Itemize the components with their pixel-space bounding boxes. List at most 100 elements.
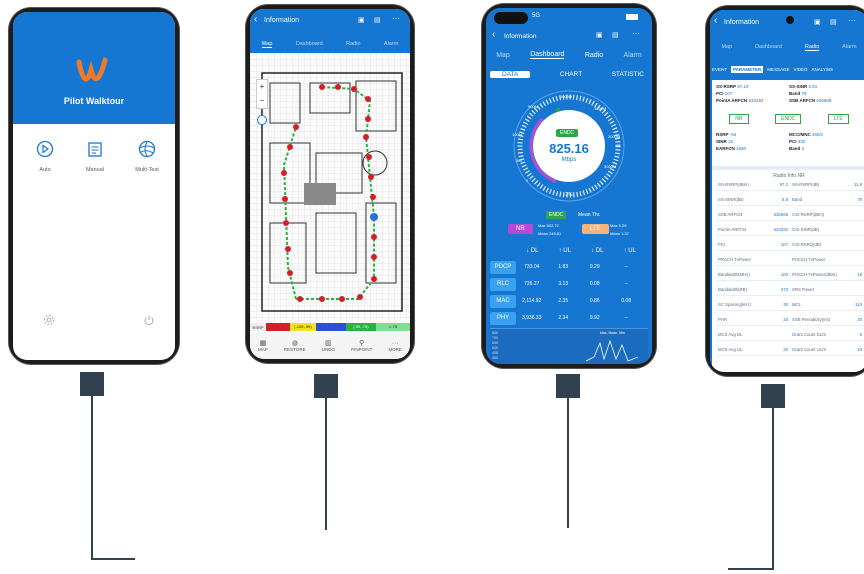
cell-value: 11.8 bbox=[853, 181, 862, 187]
header-title: Information bbox=[264, 17, 300, 24]
toolbar-restore[interactable]: ◍ RESTORE bbox=[284, 339, 306, 352]
tech-badges: NR ENDC LTE bbox=[716, 114, 862, 124]
callout-marker bbox=[80, 372, 104, 396]
table-row: SC Spacing(kHz) 30 MCL 113 bbox=[716, 298, 864, 311]
subtab-data[interactable]: DATA bbox=[490, 71, 531, 78]
tab-bar: Map Dashboard Radio Alarm bbox=[250, 37, 410, 51]
table-row: PHR 33 SSB Periodicity(ms) 20 bbox=[716, 313, 864, 326]
table-row: PRACH TxPower PUCCH TxPower bbox=[716, 253, 864, 266]
subtab-analysis[interactable]: ANALYSIS bbox=[811, 67, 833, 72]
lock-icon[interactable]: ▣ bbox=[358, 16, 365, 24]
layer-value: 2.34 bbox=[558, 315, 569, 321]
tab-radio[interactable]: Radio bbox=[804, 44, 820, 51]
table-row: SSB ARFCN 636668 CSI-RSRP(dBm) bbox=[716, 208, 864, 221]
table-cell: CSI-SINR(dB) bbox=[790, 227, 864, 232]
back-icon[interactable]: ‹ bbox=[492, 29, 495, 40]
more-icon[interactable]: ··· bbox=[392, 14, 400, 23]
lock-icon[interactable]: ▣ bbox=[814, 18, 821, 26]
toolbar-more[interactable]: ··· MORE bbox=[388, 340, 402, 352]
map-screen: ‹ Information ▣ ▤ ··· Map Dashboard Radi… bbox=[250, 9, 410, 359]
param-value: 460/1 bbox=[812, 132, 824, 137]
status-signal: 5G bbox=[532, 13, 541, 19]
front-camera bbox=[494, 12, 528, 24]
tab-radio[interactable]: Radio bbox=[346, 41, 360, 47]
layer-value: 3.13 bbox=[558, 281, 569, 287]
image-icon[interactable]: ▤ bbox=[830, 18, 837, 26]
layer-value: -- bbox=[624, 315, 628, 321]
phone-dashboard: 5G ‹ Information ▣ ▤ ··· Map Dashboard R… bbox=[482, 4, 656, 368]
param-key: EARFCN bbox=[716, 146, 735, 151]
layer-row-phy: PHY 3,936.33 2.34 9.92 -- bbox=[490, 310, 642, 326]
endc-badge: ENDC bbox=[775, 114, 802, 124]
toolbar-pinpoint[interactable]: ⚲ PINPOINT bbox=[351, 339, 372, 352]
cell-key: SSB Periodicity(ms) bbox=[792, 316, 831, 322]
subtab-message[interactable]: MESSAGE bbox=[767, 67, 789, 72]
param-key: PointA ARFCN bbox=[716, 98, 748, 103]
tab-dashboard[interactable]: Dashboard bbox=[530, 51, 565, 59]
radio-header: ‹ Information ▣ ▤ ··· Map Dashboard Radi… bbox=[710, 10, 864, 58]
toolbar-undo[interactable]: ▥ UNDO bbox=[322, 339, 335, 352]
cell-key: SRS Power bbox=[792, 286, 815, 292]
image-icon[interactable]: ▤ bbox=[612, 31, 619, 39]
gauge-scale-label: 1000M bbox=[560, 94, 573, 99]
layer-value: 9.92 bbox=[589, 315, 600, 321]
direction-header: ↓ DL ↑ UL ↓ DL ↑ UL bbox=[516, 246, 646, 256]
tab-map[interactable]: Map bbox=[496, 52, 510, 59]
back-icon[interactable]: ‹ bbox=[714, 15, 717, 26]
locate-icon[interactable] bbox=[257, 115, 267, 125]
back-icon[interactable]: ‹ bbox=[254, 14, 257, 25]
dir-text: UL bbox=[628, 248, 636, 254]
cell-key: SC Spacing(kHz) bbox=[718, 301, 751, 307]
settings-icon[interactable] bbox=[43, 314, 55, 326]
layer-value: 3,936.33 bbox=[522, 315, 542, 321]
tab-map[interactable]: Map bbox=[721, 44, 732, 50]
cell-value: 33 bbox=[783, 316, 788, 322]
cell-key: Grant Count DL/S bbox=[792, 331, 827, 337]
image-icon[interactable]: ▤ bbox=[374, 16, 381, 24]
table-cell: SRS Power bbox=[790, 287, 864, 292]
more-icon[interactable]: ··· bbox=[632, 29, 640, 38]
param-value: 636668 bbox=[816, 98, 832, 103]
subtab-chart[interactable]: CHART bbox=[560, 71, 582, 78]
mode-label: Manual bbox=[85, 167, 105, 173]
cell-key: MCS Avg DL bbox=[718, 331, 743, 337]
table-cell: SS-SINR(dB) 5.8 bbox=[716, 197, 790, 202]
power-icon[interactable] bbox=[143, 314, 155, 326]
zoom-control[interactable]: + − bbox=[256, 79, 268, 109]
phone-map: ‹ Information ▣ ▤ ··· Map Dashboard Radi… bbox=[246, 5, 414, 363]
subtab-statistic[interactable]: STATISTIC bbox=[612, 71, 644, 78]
subtab-video[interactable]: VIDEO bbox=[793, 67, 807, 72]
cell-key: SS-RSRP(dB) bbox=[792, 181, 820, 187]
floor-plan-map[interactable]: + − bbox=[250, 53, 410, 323]
subtab-event[interactable]: EVENT bbox=[712, 67, 727, 72]
param-item: Band 78 bbox=[789, 91, 862, 96]
param-value: 107 bbox=[724, 91, 733, 96]
cell-value: 636668 bbox=[773, 211, 788, 217]
download-label: ↓ DL bbox=[526, 248, 539, 254]
mode-multi-test[interactable]: Multi-Test bbox=[127, 140, 167, 184]
tab-map[interactable]: Map bbox=[261, 41, 273, 48]
toolbar-label: UNDO bbox=[321, 347, 335, 352]
table-row: PointA ARFCN 633292 CSI-SINR(dB) bbox=[716, 223, 864, 236]
mode-auto[interactable]: Auto bbox=[27, 140, 63, 184]
tab-dashboard[interactable]: Dashboard bbox=[755, 44, 782, 50]
tab-dashboard[interactable]: Dashboard bbox=[296, 41, 323, 47]
map-header: ‹ Information ▣ ▤ ··· Map Dashboard Radi… bbox=[250, 9, 410, 53]
cell-key: PCI bbox=[718, 241, 726, 247]
pin-icon: ⚲ bbox=[359, 340, 365, 347]
param-item: EARFCN 1650 bbox=[716, 146, 789, 151]
mode-manual[interactable]: Manual bbox=[77, 140, 113, 184]
tab-alarm[interactable]: Alarm bbox=[623, 52, 641, 59]
tab-alarm[interactable]: Alarm bbox=[384, 41, 398, 47]
subtab-parameter[interactable]: PARAMETER bbox=[731, 65, 764, 73]
tab-alarm[interactable]: Alarm bbox=[842, 44, 856, 50]
toolbar-map[interactable]: ▦ MAP bbox=[258, 339, 268, 352]
axis-tick: 300 bbox=[492, 356, 498, 360]
cell-value: 5.8 bbox=[782, 196, 788, 202]
table-cell: SSB ARFCN 636668 bbox=[716, 212, 790, 217]
lte-badge: LTE bbox=[827, 114, 849, 124]
more-icon[interactable]: ··· bbox=[848, 16, 856, 25]
table-cell: SC Spacing(kHz) 30 bbox=[716, 302, 790, 307]
tab-radio[interactable]: Radio bbox=[585, 52, 603, 59]
lock-icon[interactable]: ▣ bbox=[596, 31, 603, 39]
